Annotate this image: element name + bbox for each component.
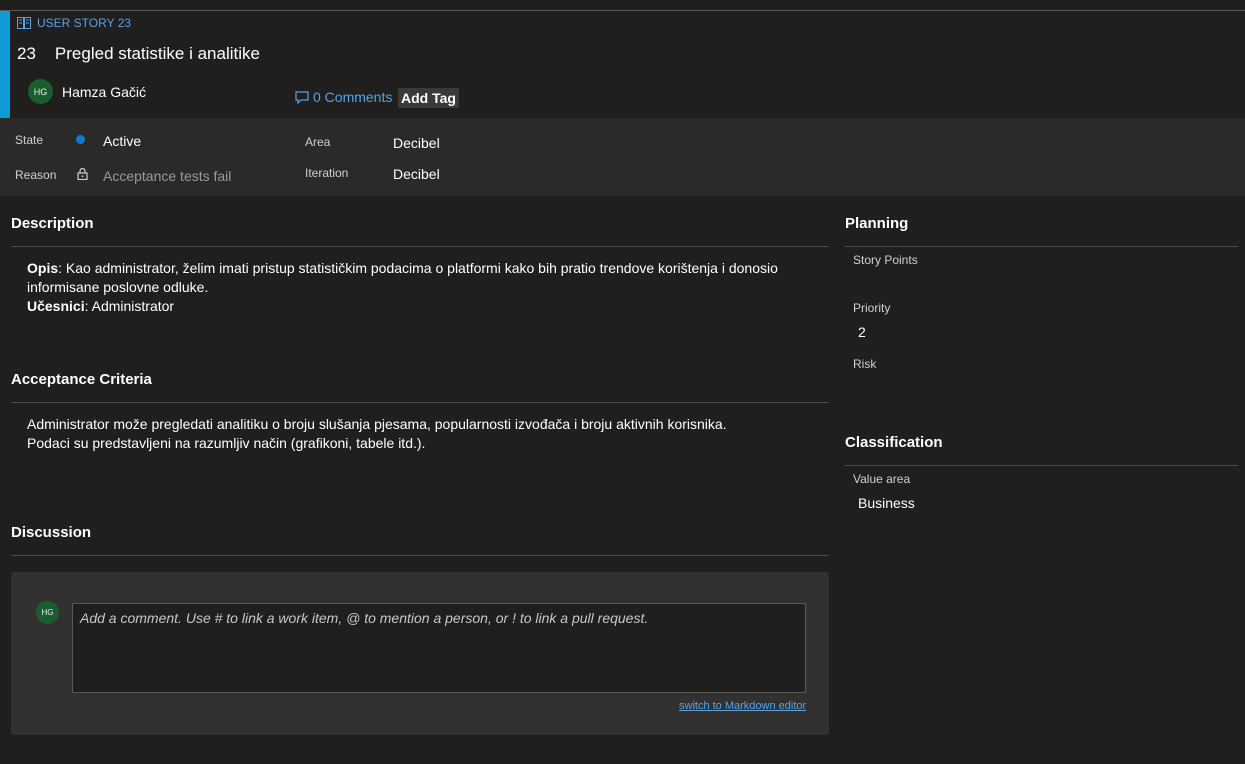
reason-label: Reason (15, 168, 57, 182)
iteration-label: Iteration (305, 166, 349, 180)
lock-icon (77, 168, 88, 180)
work-item-header: USER STORY 23 23 Pregled statistike i an… (0, 11, 1245, 118)
story-points-label: Story Points (853, 253, 918, 267)
value-area-label: Value area (853, 472, 911, 486)
story-points-field[interactable] (853, 271, 1233, 291)
work-item-id: 23 (17, 44, 36, 63)
description-body[interactable]: Opis: Kao administrator, želim imati pri… (27, 259, 817, 316)
planning-title: Planning (845, 215, 909, 232)
assigned-to[interactable]: HG Hamza Gačić (28, 79, 146, 104)
opis-text: : Kao administrator, želim imati pristup… (27, 260, 778, 295)
comment-icon (295, 90, 309, 104)
value-area-value[interactable]: Business (858, 495, 915, 511)
area-label: Area (305, 135, 331, 149)
assigned-to-name: Hamza Gačić (62, 83, 147, 100)
classification-title: Classification (845, 434, 943, 451)
work-item-title[interactable]: Pregled statistike i analitike (55, 44, 260, 64)
acceptance-line-2: Podaci su predstavljeni na razumljiv nač… (27, 435, 426, 451)
type-accent-bar (0, 11, 10, 118)
comments-link[interactable]: 0 Comments (295, 89, 392, 105)
area-value[interactable]: Decibel (393, 135, 440, 151)
discussion-box: HG switch to Markdown editor (11, 572, 829, 735)
risk-label: Risk (853, 357, 877, 371)
state-value[interactable]: Active (103, 133, 141, 149)
discussion-divider (11, 555, 829, 556)
ucesnici-label: Učesnici (27, 298, 85, 314)
acceptance-body[interactable]: Administrator može pregledati analitiku … (27, 415, 817, 453)
acceptance-divider (11, 402, 829, 403)
work-item-type-label: USER STORY 23 (37, 16, 132, 30)
avatar: HG (28, 79, 53, 104)
add-tag-button[interactable]: Add Tag (398, 88, 459, 108)
priority-value[interactable]: 2 (858, 324, 866, 340)
description-title: Description (11, 215, 94, 232)
planning-divider (845, 246, 1238, 247)
fields-panel: State Active Reason Acceptance tests fai… (0, 118, 1245, 196)
ucesnici-text: : Administrator (84, 298, 175, 314)
priority-label: Priority (853, 301, 891, 315)
markdown-editor-link[interactable]: switch to Markdown editor (679, 700, 806, 712)
work-item-type: USER STORY 23 (17, 16, 131, 30)
book-icon (17, 17, 31, 29)
risk-field[interactable] (853, 375, 1233, 395)
state-dot (76, 135, 85, 144)
state-label: State (15, 133, 44, 147)
reason-value: Acceptance tests fail (103, 168, 232, 184)
acceptance-line-1: Administrator može pregledati analitiku … (27, 416, 727, 432)
title-row: 23 Pregled statistike i analitike (17, 44, 260, 64)
classification-divider (845, 465, 1238, 466)
avatar: HG (36, 601, 59, 624)
comments-label: 0 Comments (313, 89, 393, 105)
description-divider (11, 246, 829, 247)
acceptance-title: Acceptance Criteria (11, 371, 152, 388)
discussion-title: Discussion (11, 524, 92, 541)
opis-label: Opis (27, 260, 59, 276)
comment-input[interactable] (72, 603, 806, 693)
iteration-value[interactable]: Decibel (393, 166, 440, 182)
